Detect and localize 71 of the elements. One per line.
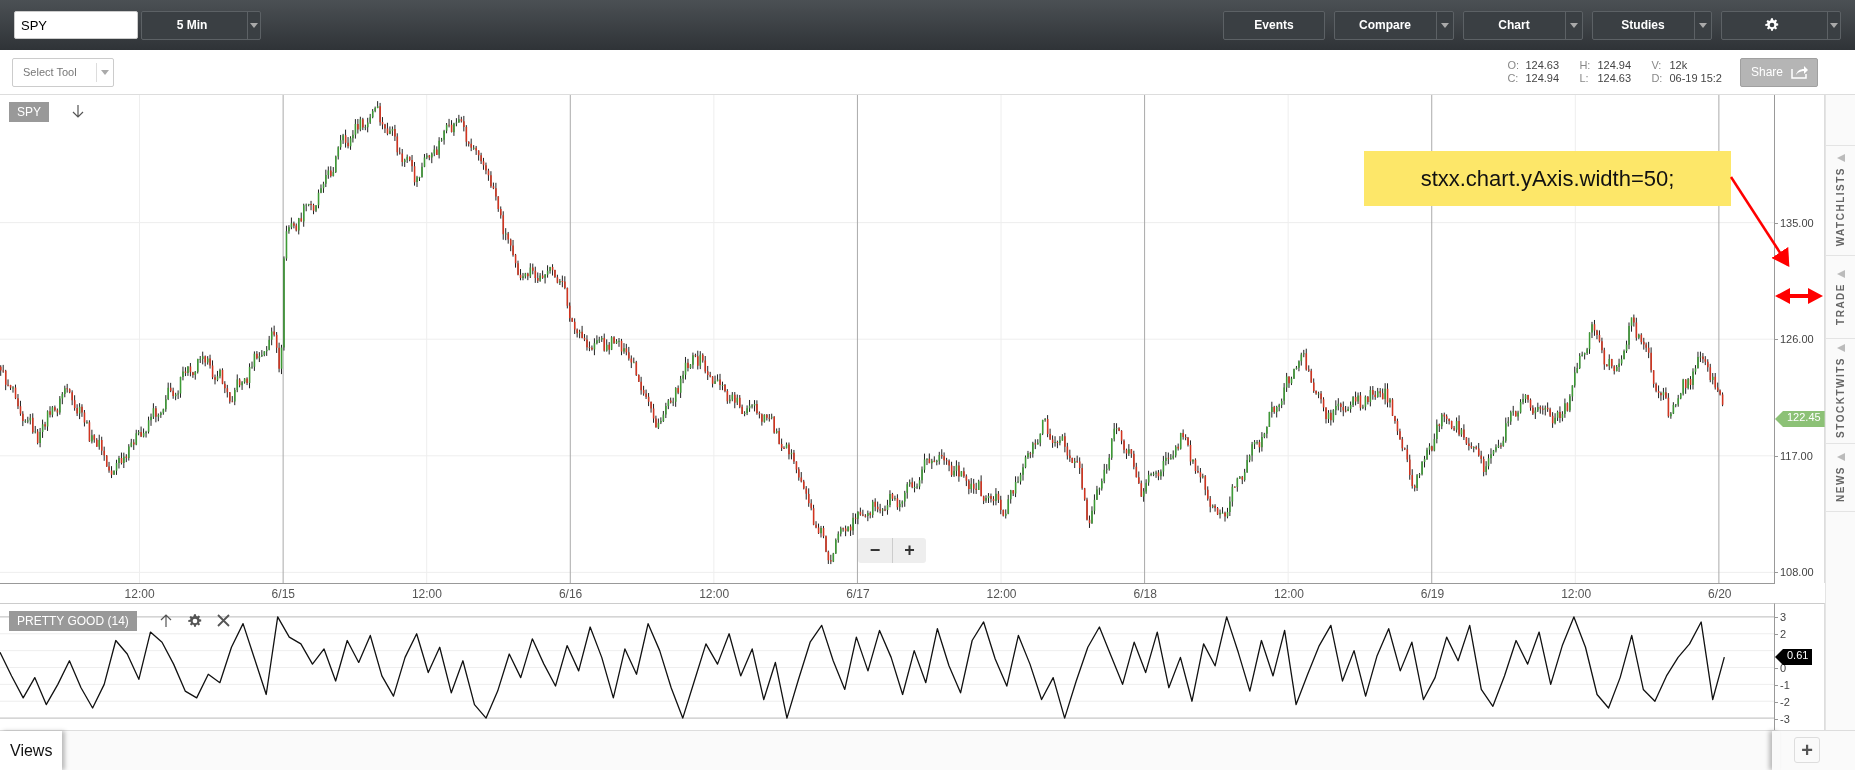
caret-icon — [1836, 453, 1845, 461]
views-tab[interactable]: Views — [0, 731, 62, 770]
annotation-note: stxx.chart.yAxis.width=50; — [1364, 151, 1731, 206]
axis-label: -2 — [1780, 695, 1790, 709]
share-icon — [1791, 65, 1810, 79]
caret-icon — [250, 22, 258, 28]
axis-label: 6/20 — [1708, 587, 1732, 601]
caret-icon — [1441, 22, 1449, 28]
toolbar-button[interactable]: Chart — [1463, 10, 1583, 40]
axis-label: 12:00 — [986, 587, 1017, 601]
axis-label: 2 — [1780, 627, 1787, 641]
quote-value: 124.94 — [1597, 59, 1633, 72]
side-tab[interactable]: STOCKTWITS — [1826, 338, 1855, 443]
axis-label: 135.00 — [1780, 215, 1814, 230]
axis-label: 126.00 — [1780, 332, 1814, 347]
settings-icon — [1764, 17, 1780, 33]
axis-label: 3 — [1780, 610, 1787, 624]
quote-value: 12k — [1669, 59, 1689, 72]
settings-icon[interactable] — [187, 613, 203, 629]
symbol-field[interactable]: SPY — [14, 11, 138, 39]
axis-label: 117.00 — [1780, 448, 1813, 463]
toolbar-button[interactable]: Studies — [1592, 10, 1712, 40]
arrow-down-icon[interactable] — [72, 105, 84, 118]
quote-label: V: — [1651, 59, 1663, 72]
side-tab[interactable]: TRADE — [1826, 255, 1855, 338]
symbol-label: SPY — [9, 102, 49, 122]
interval-button[interactable]: 5 Min — [141, 10, 261, 40]
price-tag: 122.45 — [1775, 411, 1825, 427]
quote-value: 124.94 — [1525, 72, 1561, 85]
axis-label: 12:00 — [411, 587, 442, 601]
toolbar-button[interactable]: Events — [1223, 10, 1325, 40]
axis-label: 6/15 — [271, 587, 295, 601]
caret-icon — [1570, 22, 1578, 28]
arrow-up-icon[interactable] — [160, 614, 172, 627]
caret-icon — [1836, 154, 1845, 163]
resize-arrow — [1775, 288, 1823, 304]
value-tag: 0.61 — [1775, 649, 1813, 665]
study-label: PRETTY GOOD (14) — [9, 611, 137, 631]
axis-label: 6/19 — [1420, 587, 1445, 601]
axis-label: -1 — [1780, 678, 1790, 692]
quote-value: 124.63 — [1525, 59, 1561, 72]
caret-icon — [1699, 22, 1707, 28]
caret-icon — [1830, 22, 1838, 28]
caret-icon — [1836, 269, 1845, 278]
axis-label: 6/18 — [1133, 587, 1157, 601]
axis-label: 12:00 — [699, 587, 730, 601]
axis-label: 12:00 — [124, 587, 155, 601]
zoom-out-button[interactable]: − — [858, 538, 892, 563]
toolbar-button[interactable]: Compare — [1334, 10, 1454, 40]
add-button[interactable]: + — [1794, 737, 1820, 763]
quote-label: L: — [1579, 72, 1590, 85]
axis-label: 108.00 — [1780, 565, 1814, 580]
quote-label: D: — [1651, 72, 1664, 85]
zoom-in-button[interactable]: + — [892, 538, 926, 563]
settings-button[interactable] — [1721, 10, 1841, 40]
quote-value: 124.63 — [1597, 72, 1633, 85]
axis-label: 6/16 — [558, 587, 583, 601]
caret-icon — [101, 69, 109, 75]
axis-label: 12:00 — [1273, 587, 1304, 601]
axis-label: -3 — [1780, 712, 1790, 726]
side-tab[interactable]: WATCHLISTS — [1826, 145, 1855, 255]
axis-label: 12:00 — [1561, 587, 1592, 601]
quote-label: C: — [1507, 72, 1520, 85]
axis-label: 6/17 — [846, 587, 870, 601]
caret-icon — [1836, 344, 1845, 353]
quote-label: O: — [1507, 59, 1520, 72]
close-icon[interactable] — [217, 614, 230, 627]
tool-dropdown[interactable]: Select Tool — [12, 57, 114, 87]
side-tab[interactable]: NEWS — [1826, 443, 1855, 512]
quote-value: 06-19 15:2 — [1669, 72, 1722, 85]
quote-label: H: — [1579, 59, 1592, 72]
